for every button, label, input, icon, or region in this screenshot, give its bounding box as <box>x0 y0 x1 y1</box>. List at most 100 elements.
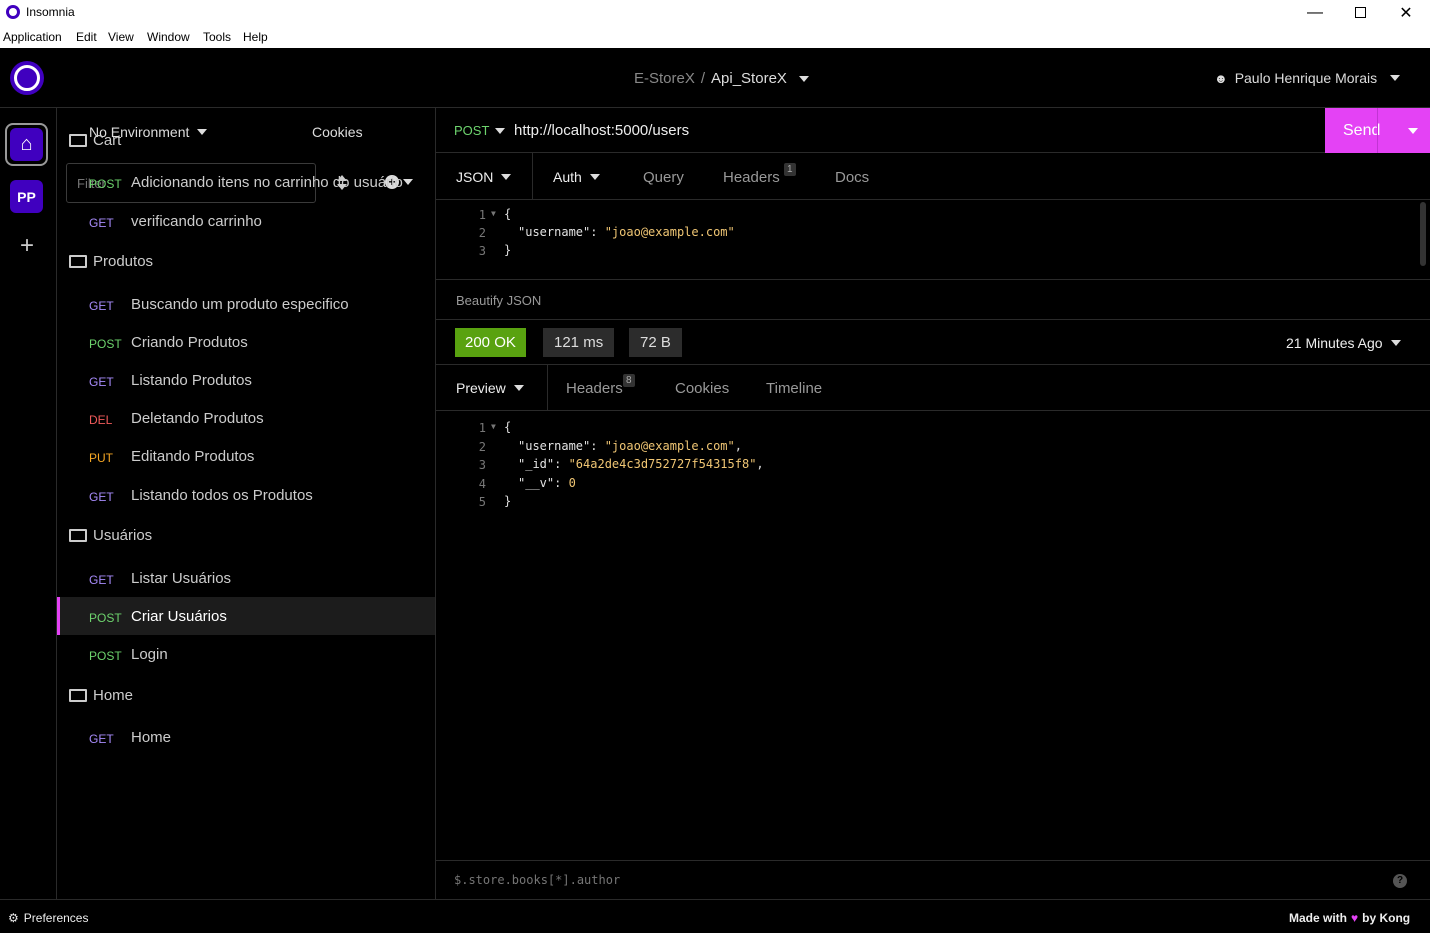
method-badge: GET <box>89 216 114 230</box>
sidebar-request[interactable]: POST Criando Produtos <box>57 323 435 361</box>
menu-help[interactable]: Help <box>243 30 268 44</box>
folder-icon <box>69 529 87 542</box>
code-line: { <box>504 207 512 221</box>
heart-icon: ♥ <box>1351 911 1359 925</box>
fold-icon[interactable]: ▼ <box>491 209 496 218</box>
menu-window[interactable]: Window <box>147 30 190 44</box>
response-filter-input[interactable] <box>448 869 1348 891</box>
title-bar: Insomnia — ✕ <box>0 0 1430 25</box>
folder-icon <box>69 134 87 147</box>
beautify-json-button[interactable]: Beautify JSON <box>456 293 541 308</box>
line-number: 2 <box>478 440 486 454</box>
made-with-label: Made with <box>1289 911 1348 925</box>
tab-headers-label: Headers <box>723 169 780 186</box>
close-window-button[interactable]: ✕ <box>1383 0 1429 25</box>
menu-tools[interactable]: Tools <box>203 30 231 44</box>
request-name: Listando todos os Produtos <box>131 487 313 504</box>
tab-body[interactable]: JSON <box>436 153 533 200</box>
folder-icon <box>69 255 87 268</box>
chevron-down-icon[interactable] <box>1408 128 1418 134</box>
code-line: "_id": "64a2de4c3d752727f54315f8", <box>518 457 764 471</box>
menu-view[interactable]: View <box>108 30 134 44</box>
request-body-editor[interactable]: 1 ▼ { 2 "username": "joao@example.com" 3… <box>436 200 1430 280</box>
method-badge: DEL <box>89 413 113 427</box>
method-badge: GET <box>89 490 114 504</box>
folder-0[interactable]: Cart <box>69 132 121 149</box>
chevron-down-icon <box>1390 75 1401 81</box>
method-badge: POST <box>89 337 122 351</box>
folder-label: Produtos <box>93 253 154 270</box>
method-badge: GET <box>89 573 114 587</box>
request-name: Listando Produtos <box>131 372 252 389</box>
headers-count-badge: 1 <box>784 163 796 176</box>
method-badge: POST <box>89 177 122 191</box>
folder-1[interactable]: Produtos <box>69 253 153 270</box>
fold-icon[interactable]: ▼ <box>491 422 496 431</box>
request-name: Criar Usuários <box>131 608 227 625</box>
folder-3[interactable]: Home <box>69 687 133 704</box>
tab-response-cookies[interactable]: Cookies <box>675 380 729 397</box>
request-name: Login <box>131 646 168 663</box>
help-icon[interactable]: ? <box>1393 874 1407 888</box>
tab-docs[interactable]: Docs <box>835 169 869 186</box>
sidebar-request[interactable]: GET Listando Produtos <box>57 361 435 399</box>
url-input[interactable]: http://localhost:5000/users <box>514 122 689 139</box>
sidebar-request[interactable]: GET Buscando um produto especifico <box>57 285 435 323</box>
response-body-viewer[interactable]: 1 ▼ { 2 "username": "joao@example.com", … <box>436 411 1430 860</box>
home-button[interactable]: ⌂ <box>5 123 48 166</box>
menu-application[interactable]: Application <box>3 30 62 44</box>
sidebar-request[interactable]: DEL Deletando Produtos <box>57 399 435 437</box>
preferences-button[interactable]: ⚙ Preferences <box>8 911 88 925</box>
send-button[interactable]: Send <box>1325 108 1430 153</box>
maximize-button[interactable] <box>1337 0 1383 25</box>
sidebar-request[interactable]: GET verificando carrinho <box>57 202 435 240</box>
insomnia-home-logo-icon[interactable] <box>10 61 44 95</box>
sidebar-request[interactable]: PUT Editando Produtos <box>57 437 435 475</box>
tab-timeline[interactable]: Timeline <box>766 380 822 397</box>
line-number: 5 <box>478 495 486 509</box>
tab-preview[interactable]: Preview <box>436 365 548 411</box>
tab-auth[interactable]: Auth <box>553 169 600 185</box>
cookies-button[interactable]: Cookies <box>312 124 363 140</box>
user-icon: ☻ <box>1214 70 1228 86</box>
scrollbar[interactable] <box>1420 202 1426 266</box>
user-menu[interactable]: ☻ Paulo Henrique Morais <box>1214 70 1401 86</box>
chevron-down-icon <box>1390 340 1401 346</box>
workspace-badge[interactable]: PP <box>10 180 43 213</box>
method-badge: GET <box>89 299 114 313</box>
method-label: POST <box>454 123 490 138</box>
made-with-kong[interactable]: Made with ♥ by Kong <box>1289 911 1410 925</box>
method-selector[interactable]: POST <box>454 123 506 138</box>
chevron-down-icon <box>513 385 524 391</box>
status-bar: ⚙ Preferences Made with ♥ by Kong <box>0 899 1430 933</box>
sidebar-request[interactable]: GET Listando todos os Produtos <box>57 476 435 514</box>
code-line: { <box>504 420 512 434</box>
code-line: "username": "joao@example.com" <box>518 225 735 239</box>
code-line: "username": "joao@example.com", <box>518 439 742 453</box>
sidebar-request[interactable]: GET Listar Usuários <box>57 559 435 597</box>
tab-preview-label: Preview <box>456 380 506 396</box>
minimize-button[interactable]: — <box>1292 0 1338 25</box>
tab-query[interactable]: Query <box>643 169 684 186</box>
response-history-dropdown[interactable]: 21 Minutes Ago <box>1286 335 1401 351</box>
chevron-down-icon[interactable] <box>798 75 809 82</box>
request-name: Home <box>131 729 172 746</box>
breadcrumb-collection[interactable]: Api_StoreX <box>711 70 787 87</box>
request-name: Buscando um produto especifico <box>131 296 349 313</box>
menu-edit[interactable]: Edit <box>76 30 97 44</box>
add-workspace-button[interactable]: + <box>17 232 37 260</box>
window-title: Insomnia <box>26 5 75 19</box>
folder-label: Home <box>93 687 134 704</box>
breadcrumb: E-StoreX / Api_StoreX <box>634 70 809 87</box>
tab-headers[interactable]: Headers 1 <box>723 163 796 186</box>
tab-response-headers[interactable]: Headers 8 <box>566 374 635 397</box>
url-bar: POST http://localhost:5000/users Send <box>436 108 1430 153</box>
sidebar-request[interactable]: POST Criar Usuários <box>57 597 435 635</box>
sidebar-request[interactable]: GET Home <box>57 718 435 756</box>
sidebar-request[interactable]: POST Adicionando itens no carrinho do usu… <box>57 163 435 201</box>
folder-2[interactable]: Usuários <box>69 527 152 544</box>
chevron-down-icon <box>501 173 512 180</box>
sidebar-request[interactable]: POST Login <box>57 635 435 673</box>
breadcrumb-project[interactable]: E-StoreX <box>634 70 695 87</box>
menu-bar: Application Edit View Window Tools Help <box>0 25 1430 48</box>
